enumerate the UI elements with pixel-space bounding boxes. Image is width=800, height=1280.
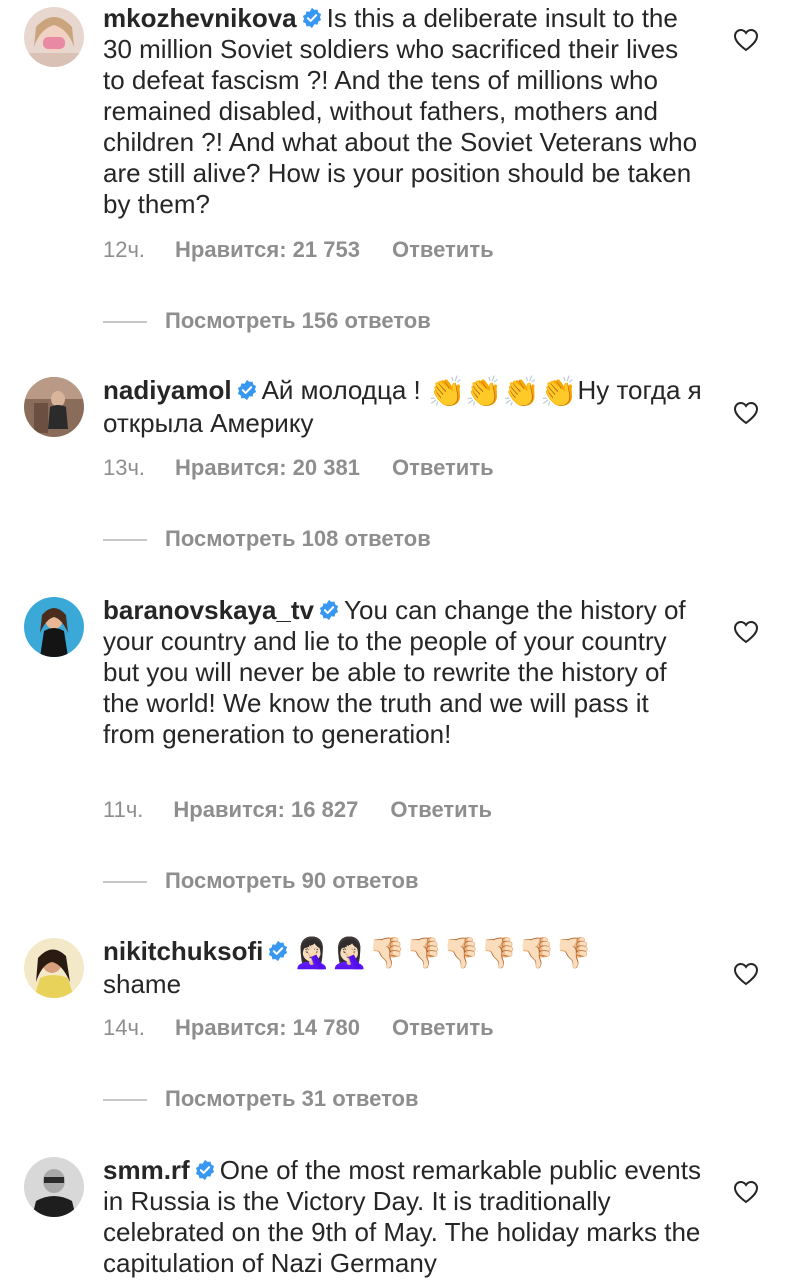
view-replies-button[interactable]: Посмотреть 156 ответов	[103, 306, 431, 336]
heart-outline-icon[interactable]	[733, 1180, 759, 1204]
comment-username[interactable]: nikitchuksofi	[103, 936, 263, 966]
divider	[103, 539, 147, 542]
comment-meta: 12ч. Нравится: 21 753 Ответить	[103, 235, 494, 265]
comment-text: smm.rf One of the most remarkable public …	[103, 1155, 703, 1279]
comment-username[interactable]: smm.rf	[103, 1155, 190, 1185]
view-replies-label: Посмотреть 108 ответов	[165, 526, 431, 551]
avatar[interactable]	[24, 1157, 84, 1217]
comment-likes[interactable]: Нравится: 14 780	[175, 1013, 360, 1043]
reply-button[interactable]: Ответить	[392, 235, 494, 265]
comment-username[interactable]: nadiyamol	[103, 375, 232, 405]
verified-badge-icon	[319, 599, 339, 621]
comment-body: Ай молодца !	[261, 375, 421, 405]
comment-text: mkozhevnikova Is this a deliberate insult…	[103, 3, 703, 220]
reply-button[interactable]: Ответить	[392, 1013, 494, 1043]
reply-button[interactable]: Ответить	[392, 453, 494, 483]
comment-text: nikitchuksofi 🤦🏻‍♀️🤦🏻‍♀️👎🏻👎🏻👎🏻👎🏻👎🏻👎🏻 shame	[103, 936, 703, 1000]
comment-likes[interactable]: Нравится: 16 827	[173, 795, 358, 825]
comment-meta: 14ч. Нравится: 14 780 Ответить	[103, 1013, 494, 1043]
comment-time: 11ч.	[103, 797, 144, 822]
comment-body: Is this a deliberate insult to the 30 mi…	[103, 3, 698, 219]
heart-outline-icon[interactable]	[733, 401, 759, 425]
avatar[interactable]	[24, 377, 84, 437]
comment-username[interactable]: mkozhevnikova	[103, 3, 297, 33]
comment-time: 14ч.	[103, 1015, 146, 1040]
view-replies-label: Посмотреть 31 ответов	[165, 1086, 419, 1111]
avatar[interactable]	[24, 938, 84, 998]
view-replies-button[interactable]: Посмотреть 90 ответов	[103, 866, 419, 896]
divider	[103, 1099, 147, 1102]
verified-badge-icon	[237, 379, 256, 401]
view-replies-label: Посмотреть 156 ответов	[165, 308, 431, 333]
avatar[interactable]	[24, 7, 84, 67]
comment-time: 12ч.	[103, 237, 146, 262]
comment-body: One of the most remarkable public events…	[103, 1155, 701, 1278]
verified-badge-icon	[302, 7, 321, 29]
facepalm-thumbsdown-emoji: 🤦🏻‍♀️🤦🏻‍♀️👎🏻👎🏻👎🏻👎🏻👎🏻👎🏻	[293, 937, 593, 970]
heart-outline-icon[interactable]	[733, 962, 759, 986]
verified-badge-icon	[195, 1159, 214, 1181]
heart-outline-icon[interactable]	[733, 620, 759, 644]
comment-likes[interactable]: Нравится: 21 753	[175, 235, 360, 265]
view-replies-button[interactable]: Посмотреть 31 ответов	[103, 1084, 419, 1114]
comment-body: shame	[103, 969, 182, 999]
comment-meta: 13ч. Нравится: 20 381 Ответить	[103, 453, 494, 483]
comment-meta: 11ч. Нравится: 16 827 Ответить	[103, 795, 492, 825]
verified-badge-icon	[269, 940, 288, 962]
comment-username[interactable]: baranovskaya_tv	[103, 595, 314, 625]
reply-button[interactable]: Ответить	[390, 795, 492, 825]
divider	[103, 881, 147, 884]
view-replies-label: Посмотреть 90 ответов	[165, 868, 419, 893]
comment-text: nadiyamol Ай молодца ! 👏👏👏👏Ну тогда я отк…	[103, 375, 703, 439]
comment-time: 13ч.	[103, 455, 146, 480]
comment-text: baranovskaya_tv You can change the histor…	[103, 595, 703, 750]
avatar[interactable]	[24, 597, 84, 657]
divider	[103, 321, 147, 324]
heart-outline-icon[interactable]	[733, 28, 759, 52]
view-replies-button[interactable]: Посмотреть 108 ответов	[103, 524, 431, 554]
clapping-hands-emoji: 👏👏👏👏	[428, 376, 578, 409]
comment-likes[interactable]: Нравится: 20 381	[175, 453, 360, 483]
